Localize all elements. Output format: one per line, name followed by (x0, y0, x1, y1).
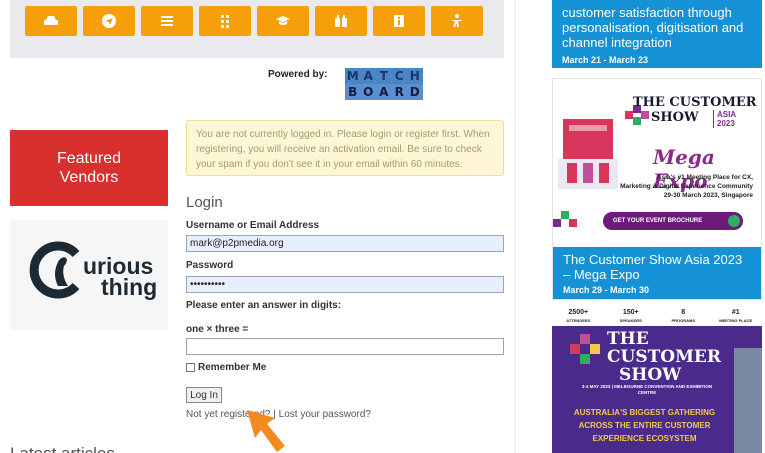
event-ad-customer-satisfaction[interactable]: customer satisfaction through personalis… (552, 0, 762, 68)
featured-vendors-banner: Featured Vendors (10, 130, 168, 206)
category-icon-bar (10, 0, 504, 58)
password-input[interactable] (186, 276, 504, 293)
customer-show-logo: THE CUSTOMER SHOW (633, 95, 757, 125)
remember-me-label: Remember Me (198, 362, 267, 373)
brochure-button-label: GET YOUR EVENT BROCHURE (613, 218, 703, 224)
crowd-photo (734, 348, 762, 453)
send-icon (102, 14, 116, 28)
logo-letter: H (407, 68, 423, 84)
logo-letter: A (376, 84, 392, 100)
captcha-answer-input[interactable] (186, 338, 504, 355)
event-description: Asia's #1 Meeting Place for CX, Marketin… (613, 173, 753, 200)
powered-by-label: Powered by: (268, 69, 328, 80)
car-icon (44, 16, 58, 25)
person-icon-button[interactable] (431, 6, 483, 36)
ad-banner-image: THE CUSTOMER SHOW ASIA 2023 Mega Expo As… (553, 79, 761, 247)
event-date-venue: 3-4 MAY 2023 | MELBOURNE CONVENTION AND … (581, 384, 713, 395)
logo-line1: THE CUSTOMER (633, 95, 757, 110)
sub-line: Marketing & Digital Experience Community (620, 183, 753, 190)
customer-show-logo-mark (570, 334, 600, 364)
list-icon-button[interactable] (141, 6, 193, 36)
send-icon-button[interactable] (83, 6, 135, 36)
login-notice: You are not currently logged in. Please … (186, 120, 504, 176)
event-ad-customer-show-asia[interactable]: THE CUSTOMER SHOW ASIA 2023 Mega Expo As… (552, 78, 762, 300)
event-stats: 2500+ ATTENDEES 150+ SPEAKERS 8 PROGRAMS #1… (552, 308, 762, 326)
username-input[interactable] (186, 235, 504, 252)
person-icon (452, 14, 462, 27)
event-tagline: AUSTRALIA'S BIGGEST GATHERING ACROSS THE… (573, 408, 716, 443)
login-title: Login (186, 194, 223, 211)
logo-letter: R (391, 84, 407, 100)
ad-caption: The Customer Show Asia 2023 – Mega Expo … (553, 247, 761, 299)
logo-letter: M (345, 68, 361, 84)
logo-letter: T (376, 68, 392, 84)
login-button[interactable]: Log In (186, 387, 222, 403)
brochure-button[interactable]: GET YOUR EVENT BROCHURE (603, 212, 743, 230)
info-icon-button[interactable] (373, 6, 425, 36)
logo-letter: D (407, 84, 423, 100)
list-icon (161, 16, 173, 26)
logo-letter: B (345, 84, 361, 100)
remember-me-checkbox[interactable] (186, 363, 195, 372)
car-icon-button[interactable] (25, 6, 77, 36)
event-ad-customer-show-melbourne[interactable]: 2500+ ATTENDEES 150+ SPEAKERS 8 PROGRAMS #1… (552, 308, 762, 453)
captcha-instruction: Please enter an answer in digits: (186, 300, 342, 311)
ad-date: March 21 - March 23 (562, 55, 649, 65)
username-label: Username or Email Address (186, 220, 320, 231)
ad-date: March 29 - March 30 (563, 285, 650, 295)
vendor-logo-curious-thing[interactable]: urious thing (10, 220, 168, 330)
remember-me[interactable]: Remember Me (186, 362, 266, 373)
graduation-cap-icon (276, 16, 290, 25)
grid-icon-button[interactable] (199, 6, 251, 36)
vendor-name-line2: thing (101, 274, 158, 300)
ad-title: The Customer Show Asia 2023 – Mega Expo (563, 252, 743, 282)
matchboard-logo[interactable]: M A T C H B O A R D (345, 68, 423, 100)
region-line1: ASIA (717, 110, 737, 119)
stat-programs: 8 PROGRAMS (671, 309, 696, 323)
region-line2: 2023 (717, 119, 735, 128)
lost-password-link[interactable]: Lost your password? (279, 409, 371, 420)
binoculars-icon (335, 15, 347, 27)
featured-vendors-label: Featured Vendors (56, 150, 122, 186)
graduation-cap-icon-button[interactable] (257, 6, 309, 36)
logo-letter: A (360, 68, 376, 84)
captcha-question: one × three = (186, 324, 249, 335)
logo-line2: SHOW (651, 110, 699, 125)
column-divider (515, 0, 516, 453)
meerkat-c-icon (29, 241, 80, 299)
stat-speakers: 150+ SPEAKERS (619, 309, 642, 323)
sub-line: Asia's #1 Meeting Place for CX, (656, 174, 753, 181)
password-label: Password (186, 260, 234, 271)
info-icon (394, 15, 404, 27)
logo-letter: O (360, 84, 376, 100)
vendor-name: urious thing (83, 255, 158, 300)
stat-meeting-place: #1 MEETING PLACE (719, 309, 753, 323)
download-icon (728, 215, 740, 227)
sub-line: 29-30 March 2023, Singapore (663, 192, 753, 199)
region-tag: ASIA 2023 (713, 110, 736, 128)
grid-icon (221, 15, 229, 28)
ad-title: customer satisfaction through personalis… (562, 5, 744, 50)
pointer-arrow-icon (247, 410, 285, 452)
latest-articles-heading: Latest articles (10, 444, 115, 453)
logo-letter: C (391, 68, 407, 84)
stat-attendees: 2500+ ATTENDEES (566, 309, 591, 323)
binoculars-icon-button[interactable] (315, 6, 367, 36)
